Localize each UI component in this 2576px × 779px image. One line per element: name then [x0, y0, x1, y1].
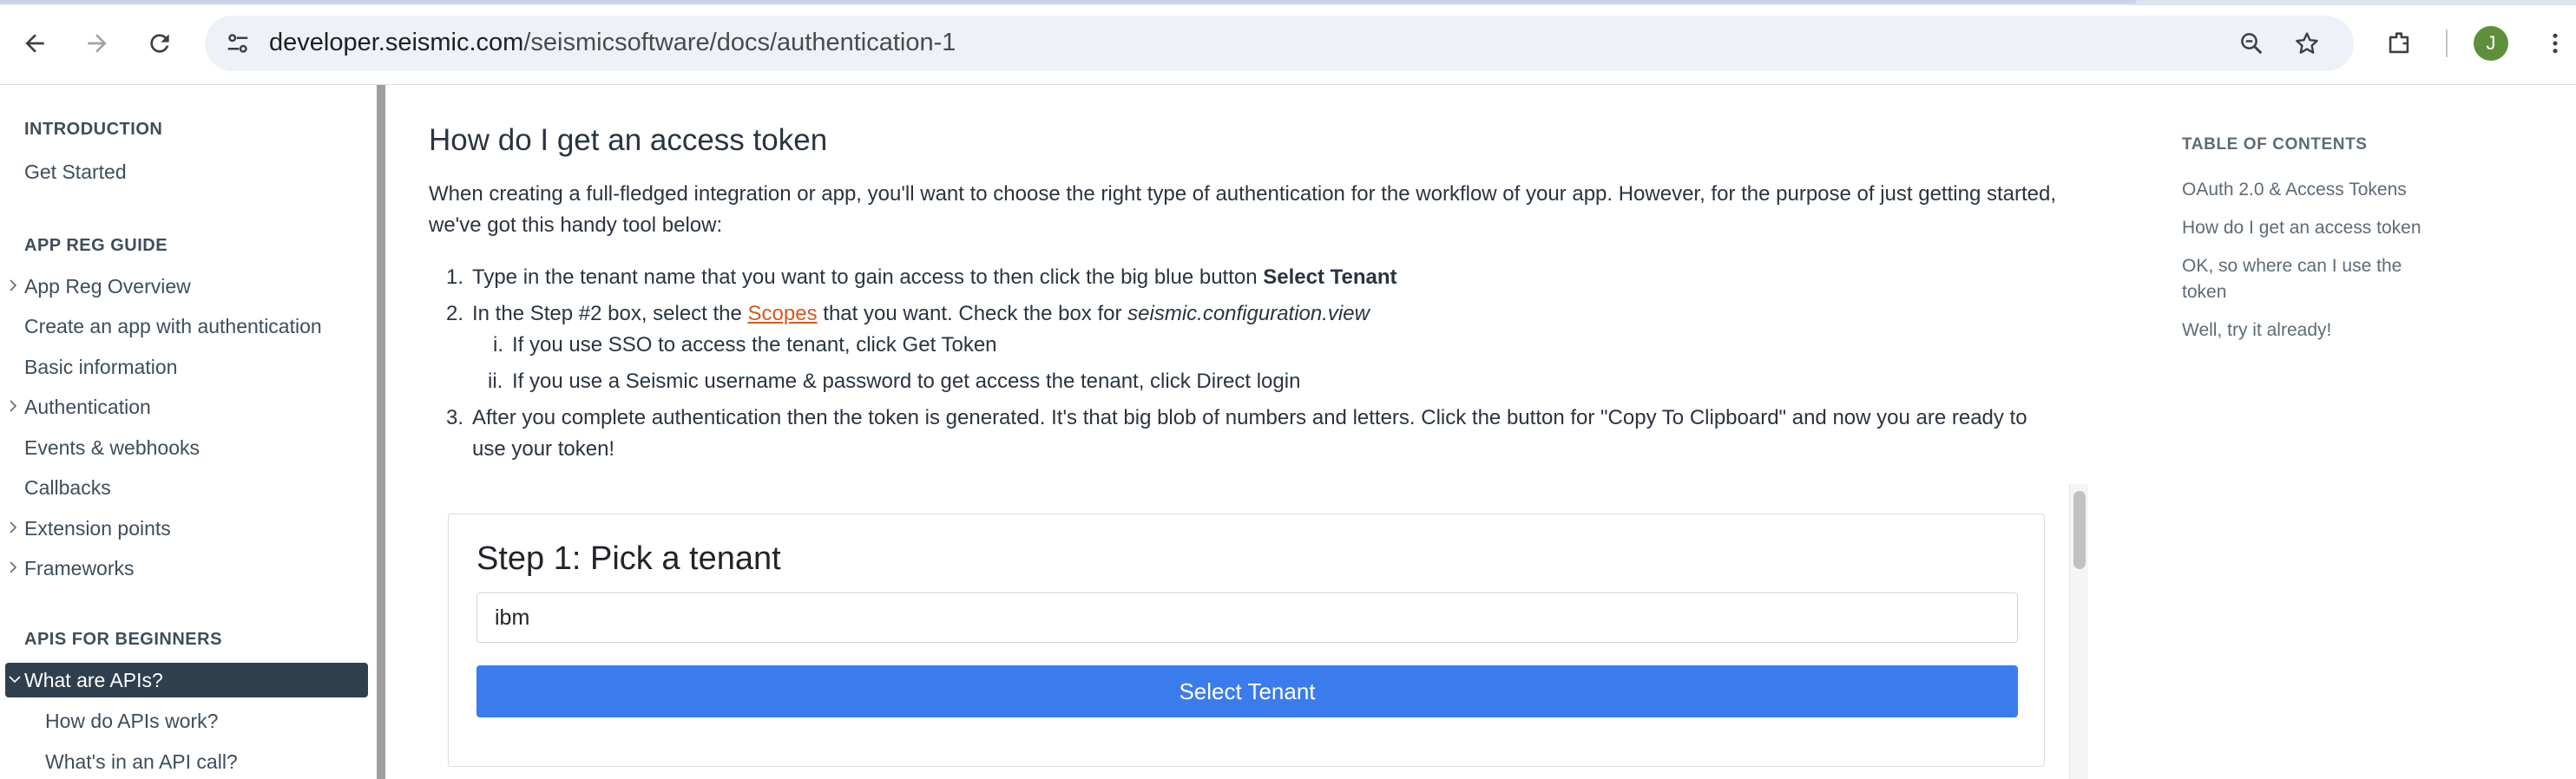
step-text: After you complete authentication then t…: [472, 406, 2027, 429]
sidebar-item-label: Extension points: [24, 516, 171, 540]
url-host: developer.seismic.com: [269, 29, 524, 56]
site-info-icon[interactable]: [220, 26, 255, 61]
main-content: How do I get an access token When creati…: [385, 85, 2156, 779]
sidebar-item-get-started[interactable]: Get Started: [0, 154, 368, 189]
chevron-right-icon: [7, 400, 19, 412]
url-path: /seismicsoftware/docs/authentication-1: [523, 29, 956, 56]
zoom-icon[interactable]: [2234, 26, 2269, 61]
sidebar-item-how-do-apis-work[interactable]: How do APIs work?: [0, 704, 368, 738]
sidebar-item-label: What's in an API call?: [45, 750, 238, 773]
chevron-right-icon: [7, 279, 19, 291]
back-button[interactable]: [14, 23, 56, 64]
sidebar-item-basic-information[interactable]: Basic information: [0, 350, 368, 384]
tenant-input[interactable]: [476, 592, 2018, 643]
sidebar-item-extension-points[interactable]: Extension points: [0, 511, 368, 546]
chevron-right-icon: [7, 561, 19, 573]
page-heading: How do I get an access token: [429, 123, 828, 157]
step-number: 2.: [446, 302, 464, 325]
back-arrow-icon: [25, 34, 44, 53]
step-2-mid: that you want. Check the box for: [817, 302, 1128, 325]
sidebar-item-label: Callbacks: [24, 475, 111, 499]
step-text: Type in the tenant name that you want to…: [472, 262, 1397, 293]
reload-button[interactable]: [139, 23, 181, 64]
forward-arrow-icon: [88, 34, 107, 53]
sidebar-section-app-reg-guide: APP REG GUIDE: [24, 236, 168, 255]
step-number: i.: [493, 333, 503, 357]
step-1-text: Type in the tenant name that you want to…: [472, 265, 1264, 289]
browser-toolbar: developer.seismic.com/seismicsoftware/do…: [0, 0, 2576, 85]
step-number: 3.: [446, 406, 464, 429]
active-tab-indicator: [0, 0, 2137, 3]
tool-scrollbar[interactable]: [2069, 484, 2088, 779]
sidebar-item-frameworks[interactable]: Frameworks: [0, 551, 368, 586]
step-text: If you use SSO to access the tenant, cli…: [512, 333, 997, 357]
toc-item-oauth[interactable]: OAuth 2.0 & Access Tokens: [2182, 177, 2442, 203]
tenant-card-title: Step 1: Pick a tenant: [476, 540, 781, 577]
sidebar-item-label: Get Started: [24, 160, 127, 183]
sidebar-item-label: How do APIs work?: [45, 709, 219, 732]
docs-sidebar: INTRODUCTION Get Started APP REG GUIDE A…: [0, 85, 377, 779]
star-icon[interactable]: [2290, 26, 2324, 61]
sidebar-item-label: Authentication: [24, 395, 151, 418]
more-vert-icon[interactable]: [2534, 23, 2576, 64]
sidebar-scrollbar[interactable]: [377, 85, 385, 779]
profile-avatar[interactable]: J: [2474, 26, 2508, 61]
step-2-pre: In the Step #2 box, select the: [472, 302, 748, 325]
toc-item-try-it[interactable]: Well, try it already!: [2182, 317, 2442, 344]
address-bar[interactable]: developer.seismic.com/seismicsoftware/do…: [205, 16, 2354, 71]
tenant-card: Step 1: Pick a tenant Select Tenant: [448, 514, 2045, 767]
step-2-scope: seismic.configuration.view: [1127, 302, 1370, 325]
chevron-right-icon: [7, 521, 19, 534]
sidebar-item-label: App Reg Overview: [24, 274, 191, 298]
toolbar-divider: [2446, 29, 2448, 57]
sidebar-item-what-are-apis[interactable]: What are APIs?: [5, 663, 368, 697]
step-number: 1.: [446, 265, 464, 289]
scopes-link[interactable]: Scopes: [748, 302, 818, 325]
step-text: use your token!: [472, 437, 615, 461]
step-text: In the Step #2 box, select the Scopes th…: [472, 298, 1370, 330]
sidebar-item-label: Frameworks: [24, 556, 135, 579]
sidebar-item-label: Events & webhooks: [24, 435, 200, 459]
table-of-contents: TABLE OF CONTENTS OAuth 2.0 & Access Tok…: [2182, 85, 2576, 779]
sidebar-item-callbacks[interactable]: Callbacks: [0, 470, 368, 505]
step-1-bold: Select Tenant: [1263, 265, 1397, 289]
sidebar-item-authentication[interactable]: Authentication: [0, 390, 368, 424]
tab-strip: [0, 0, 2576, 5]
step-number: ii.: [488, 370, 503, 393]
sidebar-item-events-webhooks[interactable]: Events & webhooks: [0, 430, 368, 465]
reload-icon: [150, 34, 169, 53]
sidebar-item-create-app[interactable]: Create an app with authentication: [0, 309, 368, 344]
token-tool-frame: Step 1: Pick a tenant Select Tenant: [448, 484, 2100, 779]
step-text: If you use a Seismic username & password…: [512, 370, 1301, 393]
url-text[interactable]: developer.seismic.com/seismicsoftware/do…: [269, 29, 956, 57]
sidebar-item-label: Basic information: [24, 355, 178, 378]
toc-title: TABLE OF CONTENTS: [2182, 135, 2368, 154]
sidebar-section-introduction: INTRODUCTION: [24, 120, 163, 139]
toc-item-where-use-token[interactable]: OK, so where can I use the token: [2182, 253, 2416, 305]
select-tenant-button[interactable]: Select Tenant: [476, 665, 2018, 717]
extensions-icon[interactable]: [2378, 23, 2420, 64]
sidebar-item-label: Create an app with authentication: [24, 314, 322, 337]
sidebar-item-whats-in-api-call[interactable]: What's in an API call?: [0, 744, 368, 779]
chevron-down-icon: [9, 673, 21, 685]
sidebar-item-label: What are APIs?: [24, 668, 163, 691]
intro-paragraph: When creating a full-fledged integration…: [429, 182, 2056, 237]
toc-item-access-token[interactable]: How do I get an access token: [2182, 215, 2442, 241]
sidebar-section-apis-for-beginners: APIS FOR BEGINNERS: [24, 630, 222, 649]
forward-button[interactable]: [76, 23, 118, 64]
sidebar-item-app-reg-overview[interactable]: App Reg Overview: [0, 269, 368, 304]
tool-scrollbar-thumb[interactable]: [2073, 491, 2086, 569]
